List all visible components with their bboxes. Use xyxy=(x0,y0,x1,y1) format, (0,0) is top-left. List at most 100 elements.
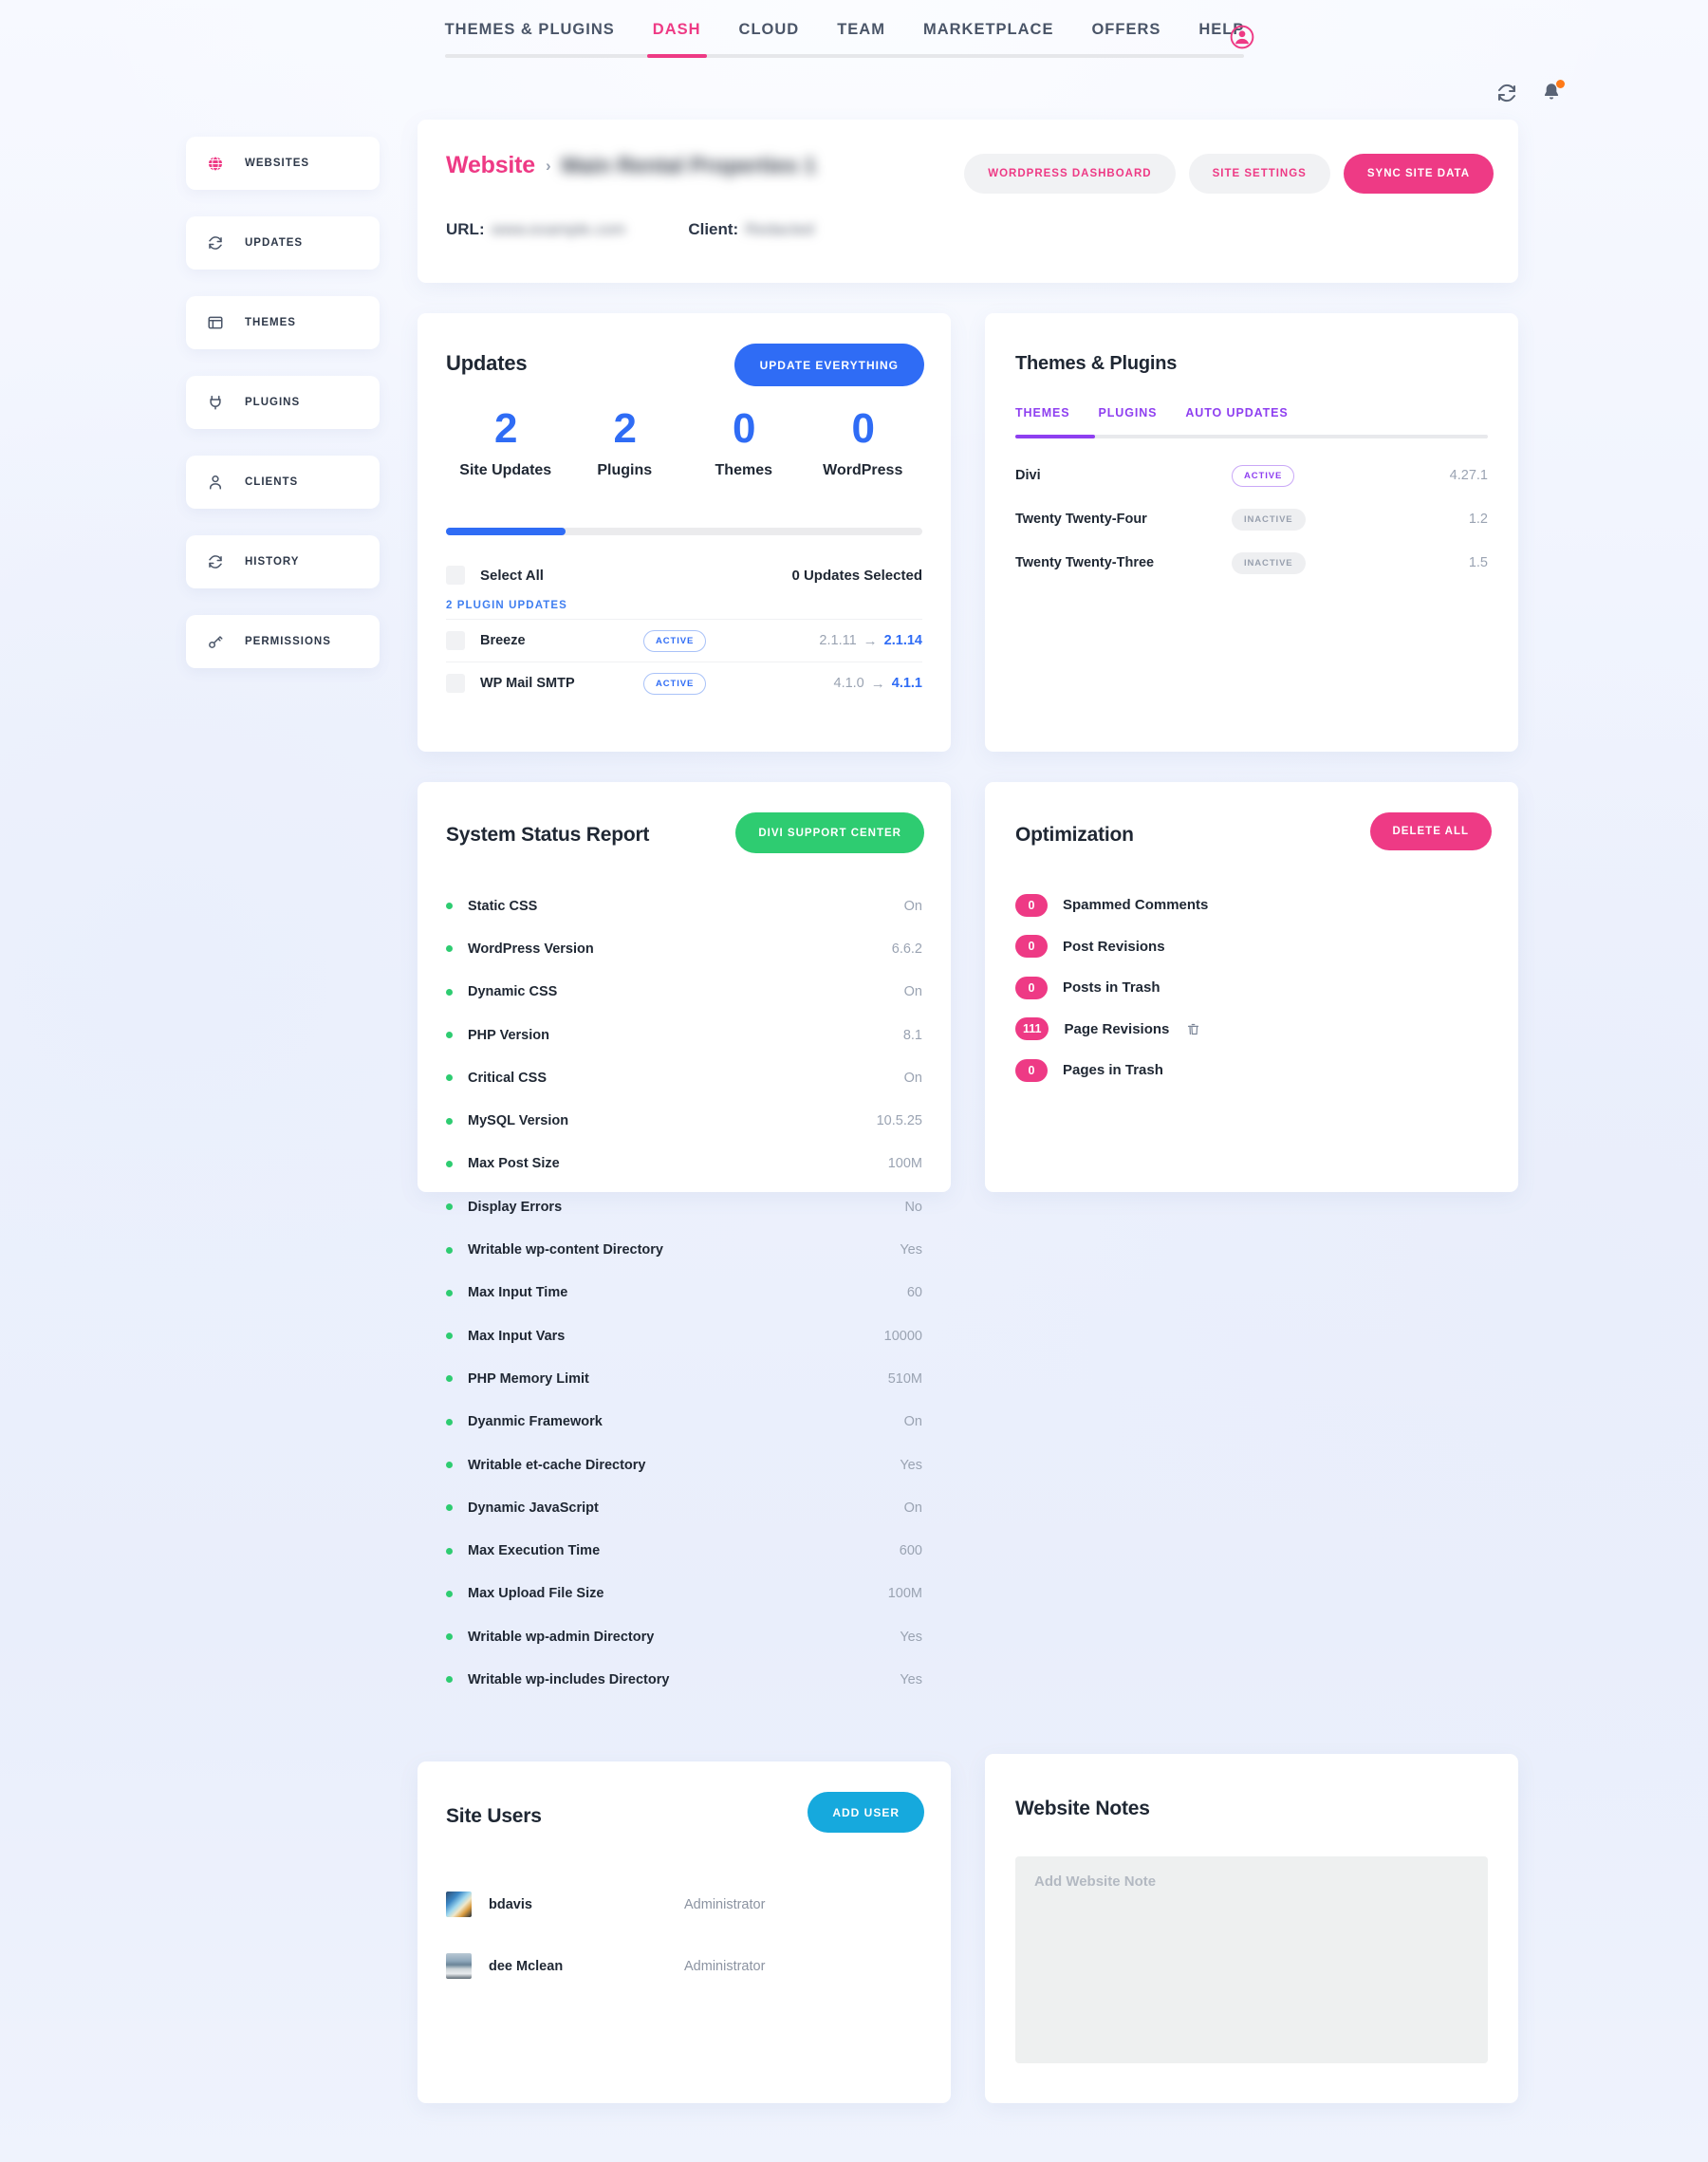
site-settings-button[interactable]: SITE SETTINGS xyxy=(1189,154,1330,194)
breadcrumb-root[interactable]: Website xyxy=(446,152,535,179)
status-dot-icon xyxy=(446,1591,453,1597)
select-all-checkbox[interactable] xyxy=(446,566,465,585)
status-row: Writable wp-includes Directory Yes xyxy=(446,1658,922,1701)
status-dot-icon xyxy=(446,903,453,909)
optimization-label: Page Revisions xyxy=(1064,1021,1169,1037)
status-value: 6.6.2 xyxy=(892,941,922,957)
status-label: Display Errors xyxy=(468,1200,562,1215)
status-dot-icon xyxy=(446,1462,453,1468)
nav-underline-active xyxy=(647,54,707,58)
nav-item-themes-plugins[interactable]: THEMES & PLUGINS xyxy=(445,21,615,58)
theme-name: Twenty Twenty-Four xyxy=(1015,512,1232,527)
user-role: Administrator xyxy=(684,1897,765,1912)
optimization-count-badge: 111 xyxy=(1015,1017,1049,1040)
update-stat-value: 2 xyxy=(566,408,685,450)
wordpress-dashboard-button[interactable]: WORDPRESS DASHBOARD xyxy=(964,154,1175,194)
table-row: BreezeACTIVE2.1.11→2.1.14 xyxy=(446,619,922,662)
table-row: DiviACTIVE4.27.1 xyxy=(1015,454,1488,497)
avatar xyxy=(446,1892,472,1917)
nav-item-cloud[interactable]: CLOUD xyxy=(739,21,800,58)
bell-icon[interactable] xyxy=(1541,82,1564,104)
status-dot-icon xyxy=(446,1247,453,1254)
update-row-checkbox[interactable] xyxy=(446,674,465,693)
url-value-redacted: www.example.com xyxy=(492,220,626,239)
themes-list: DiviACTIVE4.27.1Twenty Twenty-FourINACTI… xyxy=(1015,454,1488,585)
status-value: Yes xyxy=(900,1672,922,1687)
status-row: Dyanmic FrameworkOn xyxy=(446,1401,922,1444)
divi-support-center-button[interactable]: DIVI SUPPORT CENTER xyxy=(735,812,924,853)
sidebar: WEBSITES UPDATES THEMES PLUGINS CLIENTS HISTO… xyxy=(186,137,380,695)
optimization-card: Optimization DELETE ALL 0Spammed Comment… xyxy=(985,782,1518,1192)
website-note-input[interactable] xyxy=(1015,1856,1488,2063)
sidebar-item-permissions[interactable]: PERMISSIONS xyxy=(186,615,380,668)
status-label: Max Upload File Size xyxy=(468,1586,603,1601)
update-row-versions: 4.1.0→4.1.1 xyxy=(834,676,923,692)
tab-themes[interactable]: THEMES xyxy=(1015,406,1070,419)
person-icon xyxy=(207,474,224,491)
update-stat-label: Plugins xyxy=(566,462,685,479)
status-row: Dynamic CSSOn xyxy=(446,971,922,1014)
sync-site-data-button[interactable]: SYNC SITE DATA xyxy=(1344,154,1494,194)
trash-icon[interactable] xyxy=(1186,1021,1200,1037)
user-avatar-icon[interactable] xyxy=(1230,25,1254,49)
update-stat-wordpress: 0WordPress xyxy=(804,408,923,479)
nav-item-dash[interactable]: DASH xyxy=(653,21,701,58)
optimization-row: 111 Page Revisions xyxy=(1015,1009,1488,1051)
delete-all-button[interactable]: DELETE ALL xyxy=(1370,812,1493,850)
status-value: No xyxy=(904,1200,922,1215)
system-status-card: System Status Report DIVI SUPPORT CENTER… xyxy=(418,782,951,1192)
sync-icon[interactable] xyxy=(1495,82,1518,104)
status-badge: ACTIVE xyxy=(643,673,706,695)
site-users-title: Site Users xyxy=(446,1805,542,1828)
system-status-title: System Status Report xyxy=(446,824,649,847)
nav-item-team[interactable]: TEAM xyxy=(837,21,885,58)
list-item: bdavisAdministrator xyxy=(446,1873,922,1935)
sidebar-item-history[interactable]: HISTORY xyxy=(186,535,380,588)
updates-selected-count: 0 Updates Selected xyxy=(791,568,922,584)
sidebar-item-updates[interactable]: UPDATES xyxy=(186,216,380,270)
status-label: MySQL Version xyxy=(468,1113,568,1128)
nav-item-offers[interactable]: OFFERS xyxy=(1091,21,1160,58)
optimization-label: Spammed Comments xyxy=(1063,897,1208,913)
status-value: 10000 xyxy=(884,1329,922,1344)
sidebar-item-themes[interactable]: THEMES xyxy=(186,296,380,349)
status-row: Writable wp-content DirectoryYes xyxy=(446,1228,922,1271)
status-label: Writable wp-includes Directory xyxy=(468,1672,669,1687)
window-icon xyxy=(207,314,224,331)
website-notes-title: Website Notes xyxy=(1015,1798,1150,1820)
tab-auto-updates[interactable]: AUTO UPDATES xyxy=(1185,406,1288,419)
website-notes-card: Website Notes xyxy=(985,1754,1518,2103)
update-row-checkbox[interactable] xyxy=(446,631,465,650)
status-value: 600 xyxy=(900,1543,922,1558)
status-dot-icon xyxy=(446,945,453,952)
list-item: dee McleanAdministrator xyxy=(446,1935,922,1997)
client-value-redacted: Redacted xyxy=(745,220,814,239)
nav-item-marketplace[interactable]: MARKETPLACE xyxy=(923,21,1054,58)
sidebar-item-label: CLIENTS xyxy=(245,476,298,488)
table-row: Twenty Twenty-ThreeINACTIVE1.5 xyxy=(1015,541,1488,585)
status-dot-icon xyxy=(446,1074,453,1081)
theme-version: 4.27.1 xyxy=(1450,468,1488,483)
sidebar-item-label: PLUGINS xyxy=(245,397,300,408)
add-user-button[interactable]: ADD USER xyxy=(808,1792,924,1833)
status-label: Writable wp-content Directory xyxy=(468,1242,663,1258)
update-row-versions: 2.1.11→2.1.14 xyxy=(819,633,922,649)
key-icon xyxy=(207,633,224,650)
globe-icon xyxy=(207,155,224,172)
optimization-row: 0Spammed Comments xyxy=(1015,885,1488,926)
status-row: Critical CSSOn xyxy=(446,1056,922,1099)
status-label: Max Post Size xyxy=(468,1156,560,1171)
tab-plugins[interactable]: PLUGINS xyxy=(1099,406,1158,419)
tab-underline xyxy=(1015,435,1488,438)
status-value: On xyxy=(904,984,922,999)
status-row: Static CSSOn xyxy=(446,885,922,927)
status-row: Display Errors No xyxy=(446,1185,922,1228)
status-value: Yes xyxy=(900,1458,922,1473)
update-everything-button[interactable]: UPDATE EVERYTHING xyxy=(734,344,924,386)
status-label: Max Execution Time xyxy=(468,1543,600,1558)
optimization-label: Posts in Trash xyxy=(1063,979,1160,996)
updates-progress-fill xyxy=(446,528,566,535)
sidebar-item-clients[interactable]: CLIENTS xyxy=(186,456,380,509)
sidebar-item-websites[interactable]: WEBSITES xyxy=(186,137,380,190)
sidebar-item-plugins[interactable]: PLUGINS xyxy=(186,376,380,429)
